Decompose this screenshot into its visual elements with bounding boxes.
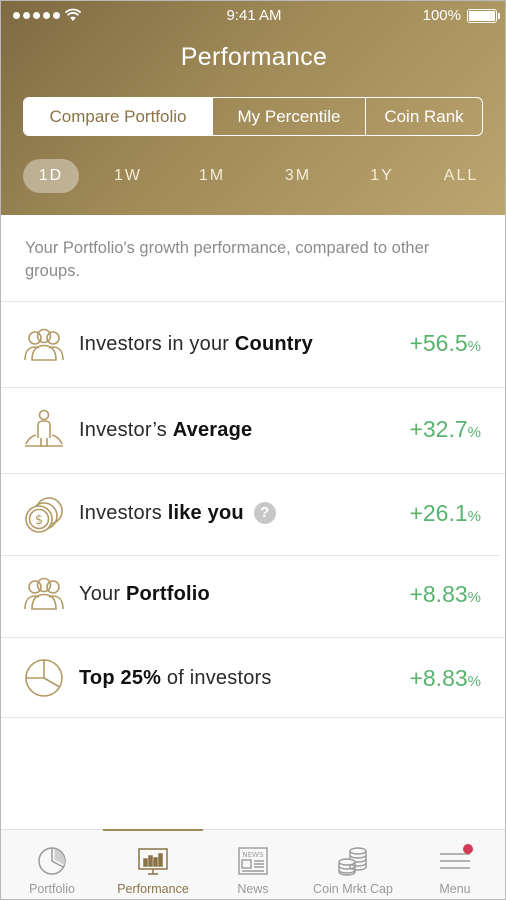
divider xyxy=(1,555,499,556)
notification-badge xyxy=(463,844,473,854)
tab-coin-market-cap[interactable]: Coin Mrkt Cap xyxy=(303,830,403,899)
row-value: +8.83% xyxy=(409,581,481,607)
pie-chart-icon xyxy=(38,847,66,875)
row-value: +26.1% xyxy=(409,500,481,526)
group-icon xyxy=(24,328,64,361)
newspaper-icon: NEWS xyxy=(238,847,268,875)
pie-chart-icon xyxy=(25,659,63,697)
range-3m[interactable]: 3M xyxy=(273,159,323,193)
description-text: Your Portfolio's growth performance, com… xyxy=(25,239,430,280)
range-1y[interactable]: 1Y xyxy=(357,159,407,193)
app-screen: 9:41 AM 100% Performance Compare Portfol… xyxy=(0,0,506,900)
divider xyxy=(1,717,505,718)
compare-segmented-control: Compare Portfolio My Percentile Coin Ran… xyxy=(23,97,483,136)
tab-menu[interactable]: Menu xyxy=(403,830,505,899)
row-label: Investors in your Country xyxy=(79,333,313,355)
bar-chart-icon xyxy=(138,848,168,875)
row-investors-average[interactable]: Investor’s Average +32.7% xyxy=(1,389,505,473)
page-title: Performance xyxy=(180,43,328,71)
header: 9:41 AM 100% Performance Compare Portfol… xyxy=(1,1,505,215)
divider xyxy=(1,301,505,302)
segment-my-percentile[interactable]: My Percentile xyxy=(212,98,365,135)
divider xyxy=(1,387,505,388)
svg-text:NEWS: NEWS xyxy=(242,851,264,859)
help-icon[interactable]: ? xyxy=(253,502,276,524)
tab-performance[interactable]: Performance xyxy=(103,829,203,899)
tab-bar: Portfolio Performance NEWS News Coin Mrk… xyxy=(1,829,505,899)
row-your-portfolio[interactable]: Your Portfolio +8.83% xyxy=(1,557,505,641)
row-value: +56.5% xyxy=(409,330,481,356)
range-1d[interactable]: 1D xyxy=(23,159,79,193)
svg-text:$: $ xyxy=(35,513,43,528)
group-icon xyxy=(24,577,64,610)
row-label: Investors like you? xyxy=(79,502,276,525)
row-value: +8.83% xyxy=(409,665,481,691)
coin-stack-icon xyxy=(338,847,367,876)
divider xyxy=(1,473,505,474)
row-investors-country[interactable]: Investors in your Country +56.5% xyxy=(1,303,505,387)
row-label: Investor’s Average xyxy=(79,419,253,441)
row-investors-like-you[interactable]: $ Investors like you? +26.1% xyxy=(1,475,505,559)
row-top-25-investors[interactable]: Top 25% of investors +8.83% xyxy=(1,639,505,723)
range-1w[interactable]: 1W xyxy=(103,159,153,193)
row-value: +32.7% xyxy=(409,416,481,442)
divider xyxy=(1,637,505,638)
row-label: Top 25% of investors xyxy=(79,667,272,689)
battery-icon xyxy=(467,9,500,23)
range-1m[interactable]: 1M xyxy=(187,159,237,193)
average-investor-icon xyxy=(25,409,63,447)
tab-news[interactable]: NEWS News xyxy=(203,830,303,899)
status-bar: 9:41 AM 100% xyxy=(1,7,505,27)
battery-percent: 100% xyxy=(422,7,461,24)
range-all[interactable]: ALL xyxy=(433,159,489,193)
row-label: Your Portfolio xyxy=(79,583,210,605)
tab-portfolio[interactable]: Portfolio xyxy=(1,830,103,899)
coins-icon: $ xyxy=(25,497,63,533)
segment-coin-rank[interactable]: Coin Rank xyxy=(365,98,482,135)
segment-compare-portfolio[interactable]: Compare Portfolio xyxy=(24,98,212,135)
time-range-selector: 1D 1W 1M 3M 1Y ALL xyxy=(23,159,487,195)
